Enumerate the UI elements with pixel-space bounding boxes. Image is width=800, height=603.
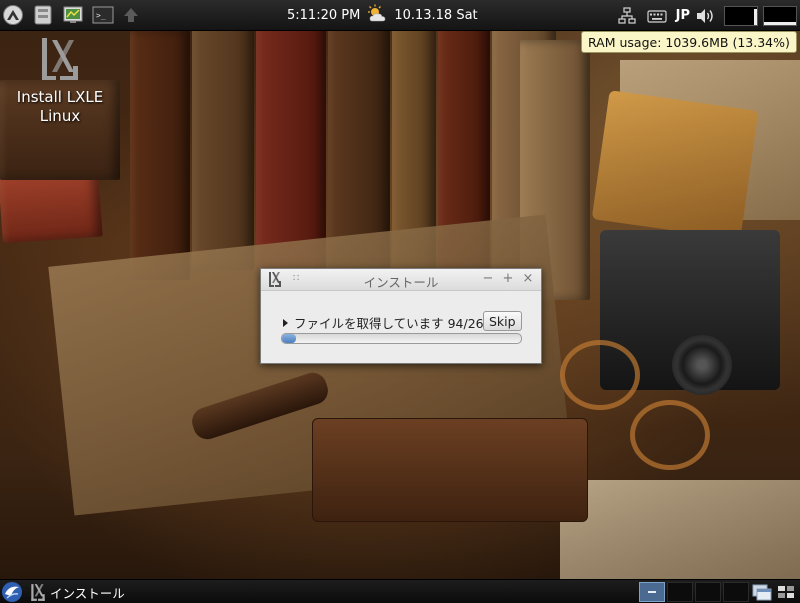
progress-fill bbox=[282, 334, 297, 343]
update-arrow-icon[interactable] bbox=[120, 4, 142, 26]
window-list-icon[interactable] bbox=[776, 582, 796, 602]
status-text: ファイルを取得しています 94/260 bbox=[294, 316, 492, 331]
main-menu-button[interactable] bbox=[1, 581, 23, 603]
workspace-4[interactable] bbox=[723, 582, 749, 602]
bottom-panel: インストール bbox=[0, 579, 800, 603]
lxle-logo-icon bbox=[40, 36, 80, 84]
clock-date[interactable]: 10.13.18 Sat bbox=[394, 8, 477, 23]
ram-monitor-graph[interactable] bbox=[763, 5, 797, 26]
terminal-icon[interactable]: >_ bbox=[92, 4, 114, 26]
progress-bar bbox=[281, 333, 522, 344]
ram-usage-tooltip: RAM usage: 1039.6MB (13.34%) bbox=[581, 31, 797, 53]
network-icon[interactable] bbox=[618, 6, 636, 25]
taskbar-lxle-icon bbox=[30, 583, 46, 602]
desktop-icon-label: Install LXLE Linux bbox=[16, 88, 104, 125]
system-monitor-icon[interactable] bbox=[62, 4, 84, 26]
file-manager-icon[interactable] bbox=[32, 4, 54, 26]
workspace-1[interactable] bbox=[639, 582, 665, 602]
workspace-3[interactable] bbox=[695, 582, 721, 602]
clock-area[interactable]: 5:11:20 PM 10.13.18 Sat bbox=[287, 0, 478, 31]
minimize-button[interactable]: − bbox=[480, 271, 496, 287]
show-desktop-icon[interactable] bbox=[752, 582, 772, 602]
install-dialog: ∷ ˉ インストール − + × ファイルを取得しています 94/260 Ski… bbox=[260, 267, 542, 364]
install-lxle-desktop-icon[interactable]: Install LXLE Linux bbox=[5, 36, 115, 126]
expand-arrow-icon[interactable] bbox=[283, 318, 288, 327]
keyboard-icon[interactable] bbox=[647, 8, 667, 24]
keyboard-layout-indicator[interactable]: JP bbox=[676, 8, 690, 23]
svg-text:>_: >_ bbox=[96, 11, 106, 20]
taskbar-item-install[interactable]: インストール bbox=[30, 580, 125, 603]
cpu-monitor-graph[interactable] bbox=[724, 5, 758, 26]
dialog-body: ファイルを取得しています 94/260 Skip bbox=[261, 291, 541, 363]
weather-icon[interactable] bbox=[366, 4, 388, 28]
clock-time[interactable]: 5:11:20 PM bbox=[287, 8, 360, 23]
workspace-pager bbox=[639, 582, 749, 602]
close-button[interactable]: × bbox=[520, 271, 536, 287]
taskbar-item-label: インストール bbox=[50, 585, 125, 601]
workspace-2[interactable] bbox=[667, 582, 693, 602]
maximize-button[interactable]: + bbox=[500, 271, 516, 287]
top-panel: >_ 5:11:20 PM 10.13.18 Sat JP bbox=[0, 0, 800, 31]
skip-button[interactable]: Skip bbox=[483, 311, 522, 331]
dialog-title: インストール bbox=[363, 275, 439, 290]
system-tray: JP bbox=[618, 0, 800, 31]
app-menu-icon[interactable] bbox=[2, 4, 24, 26]
status-row[interactable]: ファイルを取得しています 94/260 bbox=[283, 313, 492, 332]
dialog-titlebar[interactable]: ∷ ˉ インストール − + × bbox=[261, 267, 541, 291]
volume-icon[interactable] bbox=[695, 7, 715, 25]
